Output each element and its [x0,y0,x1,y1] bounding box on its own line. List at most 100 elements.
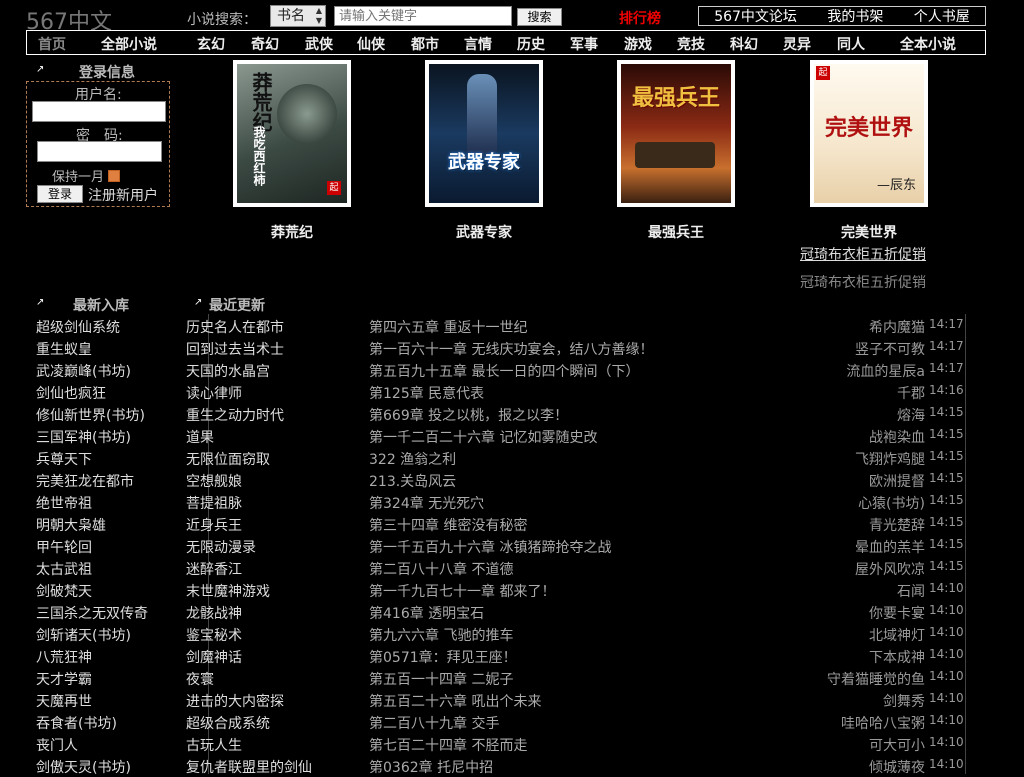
update-book-link[interactable]: 复仇者联盟里的剑仙 [186,757,312,777]
update-book-link[interactable]: 重生之动力时代 [186,405,284,425]
book-cover[interactable]: 莽荒纪 我吃西红柿 起 [233,60,351,207]
update-author[interactable]: 北域神灯 [869,625,925,645]
update-chapter-link[interactable]: 第125章 民意代表 [369,383,484,403]
update-author[interactable]: 熔海 [897,405,925,425]
book-cover[interactable]: 武器专家 [425,60,543,207]
update-author[interactable]: 千郡 [897,383,925,403]
update-book-link[interactable]: 剑魔神话 [186,647,242,667]
nav-lingyi[interactable]: 灵异 [783,34,811,54]
update-chapter-link[interactable]: 第324章 无光死穴 [369,493,484,513]
latest-book-link[interactable]: 明朝大枭雄 [36,515,106,535]
update-book-link[interactable]: 迷醉香江 [186,559,242,579]
latest-book-link[interactable]: 甲午轮回 [36,537,92,557]
update-book-link[interactable]: 古玩人生 [186,735,242,755]
update-chapter-link[interactable]: 第0362章 托尼中招 [369,757,493,777]
update-book-link[interactable]: 道果 [186,427,214,447]
search-input[interactable] [334,6,512,26]
update-author[interactable]: 可大可小 [869,735,925,755]
register-link[interactable]: 注册新用户 [88,185,158,205]
featured-book-title[interactable]: 完美世界 [810,222,928,242]
nav-junshi[interactable]: 军事 [570,34,598,54]
update-book-link[interactable]: 末世魔神游戏 [186,581,270,601]
update-author[interactable]: 青光楚辞 [869,515,925,535]
update-book-link[interactable]: 菩提祖脉 [186,493,242,513]
update-book-link[interactable]: 龙骸战神 [186,603,242,623]
latest-book-link[interactable]: 兵尊天下 [36,449,92,469]
update-author[interactable]: 心猿(书坊) [858,493,925,513]
update-author[interactable]: 倾城薄夜 [869,757,925,777]
search-type-select[interactable]: 书名 ▲ ▼ [270,5,326,27]
update-author[interactable]: 战袍染血 [869,427,925,447]
nav-home[interactable]: 首页 [38,34,66,54]
update-book-link[interactable]: 空想舰娘 [186,471,242,491]
latest-book-link[interactable]: 天魔再世 [36,691,92,711]
update-author[interactable]: 竖子不可教 [855,339,925,359]
featured-book-title[interactable]: 武器专家 [425,222,543,242]
remember-me[interactable]: 保持一月 [52,166,121,185]
remember-checkbox[interactable] [108,169,121,182]
latest-book-link[interactable]: 超级剑仙系统 [36,317,120,337]
update-author[interactable]: 屋外风吹凉 [855,559,925,579]
update-book-link[interactable]: 无限位面窃取 [186,449,270,469]
password-input[interactable] [37,141,162,162]
update-chapter-link[interactable]: 第669章 投之以桃，报之以李！ [369,405,568,425]
update-chapter-link[interactable]: 第二百八十八章 不道德 [369,559,513,579]
update-author[interactable]: 石闻 [897,581,925,601]
promo-text[interactable]: 冠琦布衣柜五折促销 [800,272,926,292]
latest-book-link[interactable]: 丧门人 [36,735,78,755]
latest-book-link[interactable]: 剑斩诸天(书坊) [36,625,131,645]
promo-link[interactable]: 冠琦布衣柜五折促销 [800,244,926,264]
nav-jingji[interactable]: 竞技 [677,34,705,54]
update-chapter-link[interactable]: 第一千五百九十六章 冰镇猪蹄抢夺之战 [369,537,611,557]
update-chapter-link[interactable]: 213.关岛风云 [369,471,456,491]
search-button[interactable]: 搜索 [517,8,562,26]
nav-all-novels[interactable]: 全部小说 [101,34,157,54]
update-author[interactable]: 下本成神 [869,647,925,667]
book-cover[interactable]: 最强兵王 [617,60,735,207]
update-chapter-link[interactable]: 第七百二十四章 不胫而走 [369,735,527,755]
latest-book-link[interactable]: 完美狂龙在都市 [36,471,134,491]
update-book-link[interactable]: 近身兵王 [186,515,242,535]
login-button[interactable]: 登录 [37,185,83,203]
update-author[interactable]: 你要卡宴 [869,603,925,623]
update-author[interactable]: 希内魔猫 [869,317,925,337]
update-chapter-link[interactable]: 第416章 透明宝石 [369,603,484,623]
update-book-link[interactable]: 夜寰 [186,669,214,689]
update-chapter-link[interactable]: 第五百九十五章 最长一日的四个瞬间（下） [369,361,639,381]
latest-book-link[interactable]: 三国杀之无双传奇 [36,603,148,623]
featured-book-title[interactable]: 莽荒纪 [233,222,351,242]
update-author[interactable]: 飞翔炸鸡腿 [855,449,925,469]
update-chapter-link[interactable]: 第一千二百二十六章 记忆如雾随史改 [369,427,597,447]
latest-book-link[interactable]: 剑仙也疯狂 [36,383,106,403]
latest-book-link[interactable]: 重生蚁皇 [36,339,92,359]
update-book-link[interactable]: 无限动漫录 [186,537,256,557]
personal-library-link[interactable]: 个人书屋 [914,6,970,26]
update-chapter-link[interactable]: 第一千九百七十一章 都来了！ [369,581,555,601]
latest-book-link[interactable]: 天才学霸 [36,669,92,689]
update-author[interactable]: 守着猫睡觉的鱼 [827,669,925,689]
update-book-link[interactable]: 天国的水晶宫 [186,361,270,381]
update-author[interactable]: 晕血的羔羊 [855,537,925,557]
update-book-link[interactable]: 进击的大内密探 [186,691,284,711]
update-book-link[interactable]: 超级合成系统 [186,713,270,733]
nav-yanqing[interactable]: 言情 [464,34,492,54]
nav-qihuan[interactable]: 奇幻 [251,34,279,54]
update-chapter-link[interactable]: 322 渔翁之利 [369,449,456,469]
latest-book-link[interactable]: 太古武祖 [36,559,92,579]
update-author[interactable]: 流血的星辰a [846,361,925,381]
ranking-link[interactable]: 排行榜 [619,8,661,28]
update-chapter-link[interactable]: 第三十四章 维密没有秘密 [369,515,527,535]
update-chapter-link[interactable]: 第九六六章 飞驰的推车 [369,625,513,645]
update-book-link[interactable]: 历史名人在都市 [186,317,284,337]
update-book-link[interactable]: 鉴宝秘术 [186,625,242,645]
nav-xuanhuan[interactable]: 玄幻 [197,34,225,54]
nav-tongren[interactable]: 同人 [837,34,865,54]
nav-dushi[interactable]: 都市 [411,34,439,54]
latest-book-link[interactable]: 剑破梵天 [36,581,92,601]
latest-book-link[interactable]: 吞食者(书坊) [36,713,117,733]
update-book-link[interactable]: 读心律师 [186,383,242,403]
update-book-link[interactable]: 回到过去当术士 [186,339,284,359]
bookshelf-link[interactable]: 我的书架 [827,6,883,26]
update-chapter-link[interactable]: 第五百一十四章 二妮子 [369,669,513,689]
nav-youxi[interactable]: 游戏 [624,34,652,54]
